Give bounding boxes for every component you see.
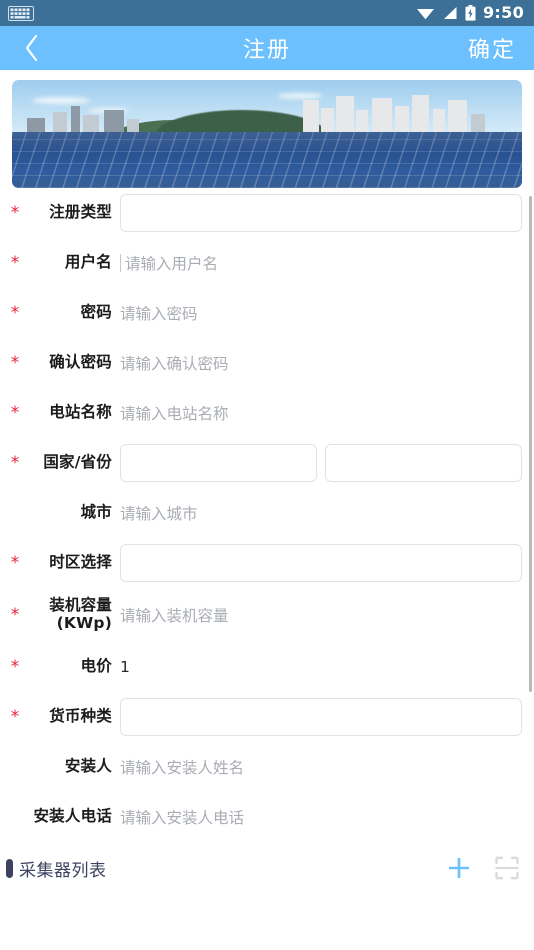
form-row: * 货币种类: [0, 692, 534, 742]
battery-icon: [465, 5, 476, 21]
field-control: 请输入电站名称: [112, 402, 522, 424]
field-label: 注册类型: [49, 203, 112, 222]
status-bar-clock: 9:50: [483, 3, 524, 22]
back-button[interactable]: [0, 26, 62, 70]
field-label: 用户名: [64, 253, 112, 272]
form-row: 城市 请输入城市: [0, 488, 534, 538]
solar-plant-banner-image: [12, 80, 522, 188]
required-asterisk: *: [10, 604, 20, 625]
field-control: 请输入城市: [112, 502, 522, 524]
signal-icon: [444, 7, 457, 19]
form-row: 安装人电话 请输入安装人电话: [0, 792, 534, 842]
field-label: 电价: [80, 657, 112, 676]
required-asterisk: *: [10, 706, 20, 727]
text-input-placeholder[interactable]: 请输入用户名: [125, 252, 218, 274]
select-input[interactable]: [120, 194, 522, 232]
text-input-placeholder[interactable]: 请输入密码: [120, 302, 198, 324]
text-input-placeholder[interactable]: 请输入安装人电话: [120, 806, 244, 828]
nav-bar: 注册 确定: [0, 26, 534, 70]
text-input-placeholder[interactable]: 请输入确认密码: [120, 352, 229, 374]
section-marker: [6, 858, 13, 878]
select-input[interactable]: [120, 544, 522, 582]
banner-container: [0, 70, 534, 188]
field-label: 时区选择: [49, 553, 112, 572]
field-label: 安装人电话: [33, 807, 112, 826]
text-cursor: [120, 254, 121, 272]
country-select-input[interactable]: [120, 444, 317, 482]
required-asterisk: *: [10, 302, 20, 323]
form-row: * 电价 1: [0, 642, 534, 692]
banner-haze: [12, 131, 522, 188]
field-control: [112, 544, 522, 582]
form-row: * 密码 请输入密码: [0, 288, 534, 338]
form-row: * 注册类型: [0, 188, 534, 238]
registration-form: * 注册类型 * 用户名 请输入用户名 * 密码 请输入密码 * 确认密码 请输入确认密码 * 电站名称…: [0, 188, 534, 842]
chevron-left-icon: [25, 34, 37, 62]
form-row: * 装机容量 (KWp) 请输入装机容量: [0, 588, 534, 642]
field-label-line2: (KWp): [56, 614, 112, 632]
field-control: 请输入装机容量: [112, 604, 522, 626]
vertical-scrollbar[interactable]: [529, 196, 532, 692]
plus-icon[interactable]: [446, 855, 472, 881]
field-label: 国家/省份: [43, 453, 112, 472]
text-input-placeholder[interactable]: 请输入装机容量: [120, 604, 229, 626]
text-input-placeholder[interactable]: 请输入安装人姓名: [120, 756, 244, 778]
confirm-button[interactable]: 确定: [468, 26, 534, 70]
field-control: 请输入安装人电话: [112, 806, 522, 828]
form-row: 安装人 请输入安装人姓名: [0, 742, 534, 792]
banner-building: [335, 96, 354, 137]
field-control: 请输入密码: [112, 302, 522, 324]
field-label: 安装人: [64, 757, 112, 776]
status-bar-right: 9:50: [416, 5, 524, 21]
required-asterisk: *: [10, 452, 20, 473]
field-label: 电站名称: [49, 403, 112, 422]
field-control: 请输入用户名: [112, 252, 522, 274]
status-bar: 9:50: [0, 0, 534, 26]
province-select-input[interactable]: [325, 444, 522, 482]
field-control: 请输入确认密码: [112, 352, 522, 374]
page-title: 注册: [242, 38, 291, 63]
field-label: 装机容量 (KWp): [28, 596, 112, 633]
collector-list-section: 采集器列表: [0, 842, 534, 894]
field-label: 密码: [80, 303, 112, 322]
banner-building: [412, 95, 430, 137]
field-control: [112, 698, 522, 736]
form-row: * 电站名称 请输入电站名称: [0, 388, 534, 438]
form-row: * 确认密码 请输入确认密码: [0, 338, 534, 388]
text-input-placeholder[interactable]: 请输入电站名称: [120, 402, 229, 424]
keyboard-icon: [8, 5, 34, 21]
required-asterisk: *: [10, 202, 20, 223]
form-row: * 国家/省份: [0, 438, 534, 488]
required-asterisk: *: [10, 552, 20, 573]
required-asterisk: *: [10, 656, 20, 677]
field-label: 城市: [80, 503, 112, 522]
banner-building: [448, 100, 468, 137]
text-input-placeholder[interactable]: 请输入城市: [120, 502, 198, 524]
field-control: 请输入安装人姓名: [112, 756, 522, 778]
field-label: 确认密码: [49, 353, 112, 372]
select-input-pair: [120, 444, 522, 482]
field-control: [112, 444, 522, 482]
banner-building: [302, 100, 319, 137]
text-input-value[interactable]: 1: [120, 658, 130, 676]
field-label: 货币种类: [49, 707, 112, 726]
banner-building: [371, 98, 392, 137]
wifi-icon: [417, 9, 434, 20]
banner-cloud: [277, 92, 324, 99]
required-asterisk: *: [10, 252, 20, 273]
field-control: [112, 194, 522, 232]
field-label-line1: 装机容量: [49, 596, 112, 615]
registration-screen: 9:50 注册 确定 * 注册类型 * 用户名 请输入用户名 * 密码 请输入密…: [0, 0, 534, 950]
scan-icon[interactable]: [494, 855, 520, 881]
form-row: * 用户名 请输入用户名: [0, 238, 534, 288]
status-bar-left: [8, 5, 34, 21]
collector-list-title: 采集器列表: [19, 860, 107, 881]
field-control: 1: [112, 658, 522, 676]
form-row: * 时区选择: [0, 538, 534, 588]
required-asterisk: *: [10, 402, 20, 423]
collector-list-actions: [446, 855, 520, 881]
select-input[interactable]: [120, 698, 522, 736]
required-asterisk: *: [10, 352, 20, 373]
